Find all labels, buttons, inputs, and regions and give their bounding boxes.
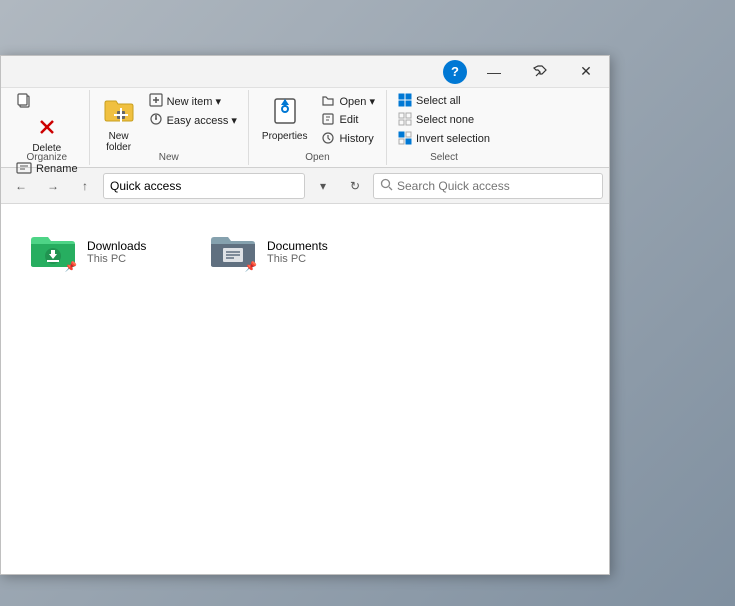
documents-info: Documents This PC [267, 239, 328, 265]
close-button[interactable]: ✕ [563, 56, 609, 88]
open-group-label: Open [255, 150, 380, 163]
open-icon [321, 93, 335, 110]
file-explorer-window: ? — ✕ [0, 55, 610, 575]
dropdown-button[interactable]: ▾ [309, 172, 337, 200]
pin-indicator: 📌 [245, 262, 257, 273]
search-bar [373, 173, 603, 199]
minimize-button[interactable]: — [471, 56, 517, 88]
select-all-icon [398, 93, 412, 110]
ribbon-group-new: Newfolder New item ▾ [90, 90, 249, 165]
refresh-button[interactable]: ↻ [341, 172, 369, 200]
content-area: 📌 Downloads This PC [1, 204, 609, 574]
rename-label: Rename [36, 163, 78, 175]
downloads-folder-icon: 📌 [29, 230, 77, 273]
invert-selection-button[interactable]: Invert selection [393, 130, 495, 148]
easy-access-icon [149, 112, 163, 129]
ribbon-group-open: Properties Open ▾ [249, 90, 387, 165]
easy-access-button[interactable]: Easy access ▾ [144, 111, 242, 129]
open-button[interactable]: Open ▾ [316, 92, 380, 110]
select-all-label: Select all [416, 95, 461, 107]
new-item-icon [149, 93, 163, 110]
title-bar-controls: ? — ✕ [443, 56, 609, 88]
edit-icon [321, 112, 335, 129]
select-none-label: Select none [416, 114, 474, 126]
properties-button[interactable]: Properties [255, 92, 315, 150]
select-stacked: Select all Select none Inv [393, 92, 495, 150]
invert-selection-icon [398, 131, 412, 148]
open-label: Open ▾ [339, 95, 375, 108]
copy-rename-stack: Delete Rename [11, 92, 83, 150]
pin-indicator: 📌 [65, 262, 77, 273]
new-item-button[interactable]: New item ▾ [144, 92, 242, 110]
select-items: Select all Select none Inv [393, 92, 495, 150]
copy-button[interactable] [11, 92, 83, 110]
easy-access-label: Easy access ▾ [167, 114, 237, 127]
open-stacked: Open ▾ Edit History [316, 92, 380, 150]
folder-grid: 📌 Downloads This PC [21, 224, 589, 279]
history-icon [321, 131, 335, 148]
ribbon-group-select: Select all Select none Inv [387, 90, 501, 165]
ribbon-group-organize: Delete Rename Organize [5, 90, 90, 165]
history-button[interactable]: History [316, 130, 380, 148]
new-items: Newfolder New item ▾ [96, 92, 242, 150]
ribbon-row: Delete Rename Organize [1, 88, 609, 167]
address-bar[interactable] [103, 173, 305, 199]
select-all-button[interactable]: Select all [393, 92, 495, 110]
new-label: New [96, 150, 242, 163]
list-item[interactable]: 📌 Documents This PC [201, 224, 361, 279]
history-label: History [339, 133, 373, 145]
properties-icon [271, 97, 299, 129]
edit-label: Edit [339, 114, 358, 126]
help-button[interactable]: ? [443, 60, 467, 84]
new-stacked: New item ▾ Easy access ▾ [144, 92, 242, 150]
list-item[interactable]: 📌 Downloads This PC [21, 224, 181, 279]
pin-button[interactable] [517, 56, 563, 88]
organize-items: Delete Rename [11, 92, 83, 150]
documents-sub: This PC [267, 253, 328, 265]
new-folder-icon [103, 97, 135, 129]
delete-icon [36, 116, 58, 141]
select-none-button[interactable]: Select none [393, 111, 495, 129]
downloads-sub: This PC [87, 253, 146, 265]
invert-selection-label: Invert selection [416, 133, 490, 145]
downloads-name: Downloads [87, 239, 146, 253]
new-folder-button[interactable]: Newfolder [96, 92, 142, 150]
toolbar: ← → ↑ ▾ ↻ [1, 168, 609, 204]
documents-name: Documents [267, 239, 328, 253]
search-icon [380, 178, 393, 194]
open-items: Properties Open ▾ [255, 92, 380, 150]
title-bar: ? — ✕ [1, 56, 609, 88]
new-item-label: New item ▾ [167, 95, 221, 108]
select-none-icon [398, 112, 412, 129]
properties-label: Properties [262, 131, 308, 142]
edit-button[interactable]: Edit [316, 111, 380, 129]
copy-icon [16, 92, 32, 111]
downloads-info: Downloads This PC [87, 239, 146, 265]
ribbon: Delete Rename Organize [1, 88, 609, 168]
search-input[interactable] [397, 179, 596, 193]
documents-folder-icon: 📌 [209, 230, 257, 273]
organize-label: Organize [11, 150, 83, 163]
select-label: Select [393, 150, 495, 163]
